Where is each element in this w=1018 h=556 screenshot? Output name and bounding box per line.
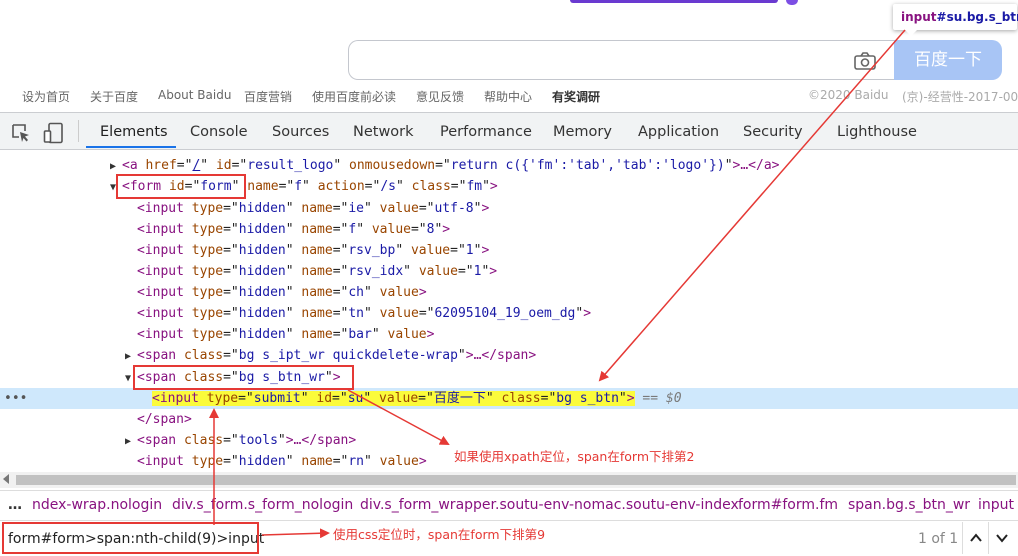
node-actions-ellipsis[interactable]: ••• (4, 388, 27, 409)
footer-link[interactable]: 关于百度 (90, 88, 138, 105)
camera-icon[interactable] (854, 52, 876, 70)
dom-node-hidden-input[interactable]: <input type="hidden" name="rsv_bp" value… (0, 240, 1018, 261)
inspect-element-icon[interactable] (11, 123, 31, 143)
breadcrumb-item[interactable]: ndex-wrap.nologin (32, 497, 162, 513)
dom-node-a-logo[interactable]: ▶ <a href="/" id="result_logo" onmousedow… (0, 155, 1018, 176)
footer-link[interactable]: 百度营销 (244, 88, 292, 105)
footer-link[interactable]: 使用百度前必读 (312, 88, 396, 105)
tab-elements[interactable]: Elements (100, 113, 168, 149)
baidu-logo-fragment (570, 0, 778, 3)
dom-node-hidden-input[interactable]: <input type="hidden" name="f" value="8"> (0, 219, 1018, 240)
footer-link[interactable]: 意见反馈 (416, 88, 464, 105)
chevron-down-icon (995, 534, 1008, 543)
tab-sources[interactable]: Sources (272, 113, 329, 149)
scrollbar-thumb[interactable] (16, 475, 1016, 485)
dom-node-hidden-input[interactable]: <input type="hidden" name="ch" value> (0, 282, 1018, 303)
tab-performance[interactable]: Performance (440, 113, 532, 149)
device-toolbar-icon[interactable] (43, 122, 65, 144)
expand-triangle-icon[interactable]: ▶ (125, 346, 137, 367)
toolbar-separator (78, 120, 79, 142)
tab-security[interactable]: Security (743, 113, 803, 149)
baidu-search-button[interactable]: 百度一下 (894, 40, 1002, 80)
dom-node-span-close[interactable]: </span> (0, 409, 1018, 430)
active-tab-indicator (86, 146, 176, 148)
breadcrumb-item[interactable]: div.s_form_wrapper.soutu-env-nomac.soutu… (360, 497, 739, 513)
dom-node-selected-input[interactable]: ••• <input type="submit" id="su" value="百… (0, 388, 1018, 409)
tooltip-selector: #su.bg.s_btn (936, 10, 1018, 24)
element-inspect-tooltip: input#su.bg.s_btn (893, 4, 1018, 36)
breadcrumb-item[interactable]: span.bg.s_btn_wr (848, 497, 970, 513)
tab-application[interactable]: Application (638, 113, 719, 149)
search-previous-button[interactable] (962, 522, 988, 554)
baidu-footer-links: 设为首页 关于百度 About Baidu 百度营销 使用百度前必读 意见反馈 帮助中心 有奖… (0, 84, 1018, 106)
footer-link[interactable]: (京)-经营性-2017-0020 (902, 88, 1018, 105)
baidu-search-input[interactable] (348, 40, 896, 80)
tooltip-tag: input (901, 10, 937, 24)
tab-network[interactable]: Network (353, 113, 414, 149)
annotation-box-form (116, 174, 246, 199)
chevron-up-icon (969, 533, 982, 542)
breadcrumb-item[interactable]: input (978, 497, 1014, 513)
footer-link[interactable]: ©2020 Baidu (808, 88, 889, 102)
footer-link[interactable]: 设为首页 (22, 88, 70, 105)
dom-node-span-ipt[interactable]: ▶ <span class="bg s_ipt_wr quickdelete-wr… (0, 345, 1018, 366)
baidu-page-header: 百度一下 input#su.bg.s_btn 设为首页 关于百度 About Bai… (0, 0, 1018, 112)
dom-node-hidden-input[interactable]: <input type="hidden" name="tn" value="62… (0, 303, 1018, 324)
footer-link[interactable]: 帮助中心 (484, 88, 532, 105)
tab-lighthouse[interactable]: Lighthouse (837, 113, 917, 149)
tab-memory[interactable]: Memory (553, 113, 612, 149)
annotation-box-search (2, 522, 259, 554)
breadcrumb-item[interactable]: form#form.fm (738, 497, 838, 513)
expand-triangle-icon[interactable]: ▶ (125, 431, 137, 452)
tab-console[interactable]: Console (190, 113, 248, 149)
dom-node-hidden-input[interactable]: <input type="hidden" name="bar" value> (0, 324, 1018, 345)
dom-node-hidden-input[interactable]: <input type="hidden" name="rsv_idx" valu… (0, 261, 1018, 282)
breadcrumb-overflow-icon[interactable]: … (8, 497, 22, 513)
css-annotation-note: 使用css定位时，span在form下排第9 (333, 527, 546, 542)
element-breadcrumbs: … ndex-wrap.nologin div.s_form.s_form_nol… (0, 490, 1018, 520)
scroll-left-icon[interactable] (3, 474, 9, 484)
dom-node-hidden-input[interactable]: <input type="hidden" name="ie" value="ut… (0, 198, 1018, 219)
search-match-count: 1 of 1 (918, 531, 959, 547)
baidu-logo-fragment-dot (786, 0, 798, 5)
annotation-box-span (133, 365, 354, 390)
breadcrumb-item[interactable]: div.s_form.s_form_nologin (172, 497, 353, 513)
xpath-annotation-note: 如果使用xpath定位，span在form下排第2 (454, 449, 695, 464)
footer-link[interactable]: 有奖调研 (552, 88, 600, 105)
search-next-button[interactable] (988, 522, 1014, 554)
footer-link[interactable]: About Baidu (158, 88, 231, 102)
